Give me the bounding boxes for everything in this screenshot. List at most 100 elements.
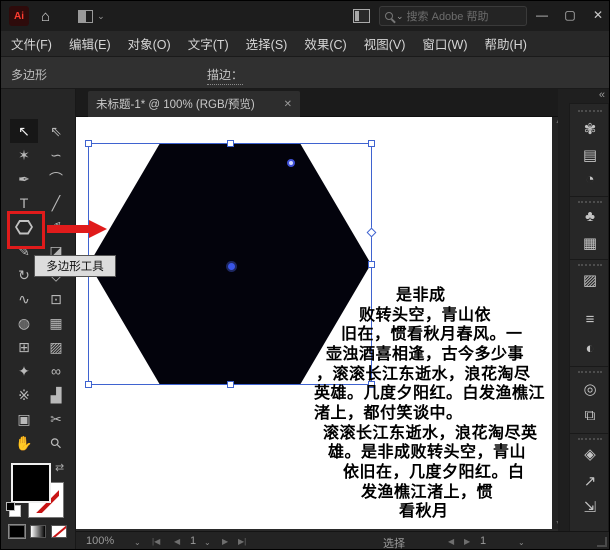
document-tab[interactable]: 未标题-1* @ 100% (RGB/预览) ✕ xyxy=(88,91,300,117)
line-segment-tool[interactable]: ╱ xyxy=(42,191,70,215)
panel-icon-well: ✾ ▤ ◔ ♣ ▦ ▨ ≡ ◐ ◎ ⧉ ◈ ↗ ⇲ xyxy=(569,103,609,543)
curvature-tool[interactable]: ⌒ xyxy=(42,167,70,191)
status-value[interactable]: 1 xyxy=(480,535,486,547)
artboard-tool[interactable]: ▣ xyxy=(10,407,38,431)
color-guide-panel-icon[interactable]: ◔ xyxy=(570,171,609,188)
poem-line: 雄。是非成败转头空，青山 xyxy=(328,444,527,461)
poem-line: 是非成 xyxy=(396,287,446,304)
panel-group-grip[interactable] xyxy=(578,371,602,373)
libraries-panel-icon[interactable]: ▤ xyxy=(570,146,609,164)
mesh-tool[interactable]: ⊞ xyxy=(10,335,38,359)
artboard-canvas[interactable]: 是非成 败转头空，青山依 旧在，惯看秋月春风。一 壶浊酒喜相逢，古今多少事 ，滚… xyxy=(76,117,552,529)
symbol-sprayer-tool[interactable]: ※ xyxy=(10,383,38,407)
red-arrow-annotation xyxy=(47,220,109,238)
handle-top-left[interactable] xyxy=(85,140,92,147)
resize-grip[interactable] xyxy=(597,537,607,547)
first-artboard-icon[interactable]: |◀ xyxy=(152,537,160,546)
last-artboard-icon[interactable]: ▶| xyxy=(238,537,246,546)
pen-tool[interactable]: ✒ xyxy=(10,167,38,191)
previous-artboard-icon[interactable]: ◀ xyxy=(174,537,180,546)
artboard-number-value[interactable]: 1 xyxy=(190,535,196,547)
next-artboard-icon[interactable]: ▶ xyxy=(222,537,228,546)
chevron-down-icon[interactable]: ⌄ xyxy=(518,538,525,547)
poem-line: 旧在，惯看秋月春风。一 xyxy=(341,326,523,343)
collapse-panels-icon[interactable]: « xyxy=(599,89,605,101)
symbols-panel-icon[interactable]: ♣ xyxy=(570,208,609,225)
panel-group-grip[interactable] xyxy=(578,438,602,440)
arrange-documents-icon[interactable] xyxy=(353,9,370,23)
panel-group-grip[interactable] xyxy=(578,201,602,203)
poem-line: 发渔樵江渚上，惯 xyxy=(361,484,494,501)
menu-effect[interactable]: 效果(C) xyxy=(304,34,346,53)
appearance-panel-icon[interactable]: ◎ xyxy=(570,380,609,398)
menu-help[interactable]: 帮助(H) xyxy=(485,34,527,53)
asset-export-panel-icon[interactable]: ⇲ xyxy=(570,498,609,516)
shape-builder-tool[interactable]: ◍ xyxy=(10,311,38,335)
shape-center-point xyxy=(228,263,235,270)
width-tool[interactable]: ∿ xyxy=(10,287,38,311)
default-fill-stroke-icon[interactable] xyxy=(6,502,21,517)
search-input[interactable]: ⌄ 搜索 Adobe 帮助 xyxy=(379,6,527,26)
gradient-tool[interactable]: ▨ xyxy=(42,335,70,359)
arrow-head xyxy=(89,220,107,238)
menu-object[interactable]: 对象(O) xyxy=(128,34,171,53)
none-mode-button[interactable] xyxy=(51,525,67,538)
color-panel-icon[interactable]: ✾ xyxy=(570,120,609,138)
minimize-button[interactable]: — xyxy=(529,1,555,29)
menu-type[interactable]: 文字(T) xyxy=(188,34,229,53)
handle-bottom-left[interactable] xyxy=(85,381,92,388)
hand-tool[interactable]: ✋ xyxy=(10,431,38,455)
stroke-panel-icon[interactable]: ≡ xyxy=(570,311,609,328)
maximize-button[interactable]: ▢ xyxy=(557,1,583,29)
magic-wand-tool[interactable]: ✶ xyxy=(10,143,38,167)
swatches-panel-icon[interactable]: ▦ xyxy=(570,234,609,252)
chevron-down-icon: ⌄ xyxy=(396,10,404,21)
close-button[interactable]: ✕ xyxy=(585,1,609,29)
gradient-panel-icon[interactable]: ▨ xyxy=(570,271,609,289)
gradient-mode-button[interactable] xyxy=(30,525,46,538)
handle-top-right[interactable] xyxy=(368,140,375,147)
lasso-tool[interactable]: ∽ xyxy=(42,143,70,167)
zoom-level-value[interactable]: 100% xyxy=(86,535,114,547)
panel-group-grip[interactable] xyxy=(578,264,602,266)
chevron-down-icon[interactable]: ⌄ xyxy=(204,538,211,547)
zoom-tool[interactable]: ⚲ xyxy=(42,431,70,455)
handle-top-center[interactable] xyxy=(227,140,234,147)
stroke-weight-label[interactable]: 描边： xyxy=(207,66,244,85)
export-panel-icon[interactable]: ↗ xyxy=(570,472,609,490)
status-prev-icon[interactable]: ◀ xyxy=(448,537,454,546)
layers-panel-icon[interactable]: ◈ xyxy=(570,445,609,463)
free-transform-tool[interactable]: ⊡ xyxy=(42,287,70,311)
artboards-panel-icon[interactable]: ⧉ xyxy=(570,407,609,424)
menu-edit[interactable]: 编辑(E) xyxy=(69,34,111,53)
corner-radius-widget[interactable] xyxy=(287,159,295,167)
eyedropper-tool[interactable]: ✦ xyxy=(10,359,38,383)
menu-window[interactable]: 窗口(W) xyxy=(422,34,467,53)
search-placeholder: 搜索 Adobe 帮助 xyxy=(406,11,489,23)
color-mode-button[interactable] xyxy=(8,524,26,539)
panel-divider xyxy=(570,196,609,197)
slice-tool[interactable]: ✂ xyxy=(42,407,70,431)
column-graph-tool[interactable]: ▟ xyxy=(42,383,70,407)
direct-selection-tool[interactable]: ⇖ xyxy=(42,119,70,143)
home-icon[interactable]: ⌂ xyxy=(41,8,50,25)
panel-dock: « ✾ ▤ ◔ ♣ ▦ ▨ ≡ ◐ ◎ ⧉ ◈ ↗ ⇲ xyxy=(558,89,609,549)
side-count-widget[interactable] xyxy=(366,227,377,238)
status-next-icon[interactable]: ▶ xyxy=(464,537,470,546)
panel-divider xyxy=(570,366,609,367)
transparency-panel-icon[interactable]: ◐ xyxy=(570,340,609,357)
workspace-switcher[interactable]: ⌄ xyxy=(78,9,105,23)
handle-middle-right[interactable] xyxy=(368,261,375,268)
tab-close-icon[interactable]: ✕ xyxy=(284,99,292,110)
panel-group-grip[interactable] xyxy=(578,110,602,112)
blend-tool[interactable]: ∞ xyxy=(42,359,70,383)
chevron-down-icon[interactable]: ⌄ xyxy=(134,538,141,547)
perspective-grid-tool[interactable]: ▦ xyxy=(42,311,70,335)
menu-view[interactable]: 视图(V) xyxy=(364,34,406,53)
menu-select[interactable]: 选择(S) xyxy=(246,34,288,53)
handle-bottom-center[interactable] xyxy=(227,381,234,388)
swap-fill-stroke-icon[interactable]: ⇄ xyxy=(55,461,64,474)
fill-color-indicator[interactable] xyxy=(11,463,51,503)
menu-file[interactable]: 文件(F) xyxy=(11,34,52,53)
selection-tool[interactable]: ↖ xyxy=(10,119,38,143)
